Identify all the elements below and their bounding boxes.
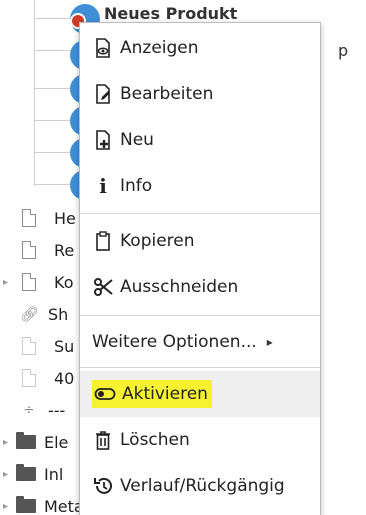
expand-arrow-icon[interactable]: ▸ [0, 277, 8, 288]
show-document-icon [92, 37, 114, 59]
menu-item-label: Anzeigen [120, 38, 199, 58]
tree-item-label[interactable]: 40 [54, 369, 74, 388]
menu-item-history[interactable]: Verlauf/Rückgängig [80, 463, 320, 509]
menu-item-label: Aktivieren [122, 384, 208, 404]
history-undo-icon [92, 475, 114, 497]
spacer-icon: ÷ [23, 402, 35, 418]
tree-item-label[interactable]: Neues Produkt [104, 4, 237, 23]
menu-separator [80, 213, 320, 214]
tree-line [34, 184, 74, 185]
tree-line [34, 50, 74, 51]
tree-item-label[interactable]: Re [54, 241, 74, 260]
menu-item-activate[interactable]: Aktivieren [80, 371, 320, 417]
folder-icon [16, 496, 36, 513]
edit-document-icon [92, 83, 114, 105]
menu-item-delete[interactable]: Löschen [80, 417, 320, 463]
menu-separator [80, 315, 320, 316]
info-icon: i [99, 174, 107, 198]
menu-item-label: Ausschneiden [120, 277, 239, 297]
menu-item-show[interactable]: Anzeigen [80, 25, 320, 71]
menu-item-edit[interactable]: Bearbeiten [80, 71, 320, 117]
expand-arrow-icon[interactable]: ▸ [0, 469, 8, 480]
trash-icon [92, 429, 114, 451]
tree-row[interactable]: He [0, 203, 76, 233]
tree-line [34, 0, 35, 186]
tree-row[interactable]: Re [0, 235, 74, 265]
menu-item-label: Verlauf/Rückgängig [120, 476, 285, 496]
tree-item-label[interactable]: Sh [48, 305, 68, 324]
link-icon: 🔗︎ [20, 305, 40, 323]
tree-row[interactable]: ▸ Ele [0, 427, 68, 457]
tree-row[interactable]: ÷ --- [0, 395, 66, 425]
menu-item-label: Kopieren [120, 231, 195, 251]
highlight-marker: Aktivieren [92, 380, 212, 408]
menu-item-label: Neu [120, 130, 154, 150]
tree-line [34, 120, 74, 121]
tree-row[interactable]: Su [0, 331, 74, 361]
menu-separator [80, 367, 320, 368]
expand-arrow-icon[interactable]: ▸ [0, 437, 8, 448]
menu-item-label: Bearbeiten [120, 84, 214, 104]
tree-row[interactable]: 40 [0, 363, 74, 393]
folder-icon [16, 464, 36, 481]
tree-row[interactable]: ▸ Ko [0, 267, 74, 297]
document-icon [22, 337, 36, 355]
tree-item-label[interactable]: Ele [44, 433, 68, 452]
tree-line [34, 18, 74, 19]
menu-item-more-options[interactable]: Weitere Optionen... ▸ [80, 319, 320, 365]
context-menu: Anzeigen Bearbeiten Neu i Info Kopieren … [79, 22, 321, 515]
menu-item-label: Löschen [120, 430, 190, 450]
tree-line [34, 88, 74, 89]
tree-item-label[interactable]: He [54, 209, 76, 228]
tree-row[interactable]: 🔗︎ Sh [0, 299, 68, 329]
new-document-icon [92, 129, 114, 151]
tree-item-label[interactable]: Inl [44, 465, 63, 484]
scissors-icon [92, 276, 114, 298]
document-icon [22, 209, 36, 227]
chevron-right-icon: ▸ [266, 335, 273, 349]
toggle-icon [94, 383, 116, 405]
expand-arrow-icon[interactable]: ▸ [0, 501, 8, 512]
folder-icon [16, 432, 36, 449]
menu-item-label: Weitere Optionen... [92, 332, 257, 352]
document-icon [22, 241, 36, 259]
tree-line [34, 152, 74, 153]
menu-item-new[interactable]: Neu [80, 117, 320, 163]
menu-item-cut[interactable]: Ausschneiden [80, 264, 320, 310]
tree-item-label[interactable]: Su [54, 337, 74, 356]
menu-item-info[interactable]: i Info [80, 163, 320, 209]
menu-item-copy[interactable]: Kopieren [80, 218, 320, 264]
tree-item-label-fragment: p [338, 41, 349, 60]
tree-row[interactable]: ▸ Inl [0, 459, 63, 489]
tree-item-label[interactable]: --- [48, 401, 65, 420]
document-icon [22, 369, 36, 387]
clipboard-icon [92, 230, 114, 252]
tree-item-label[interactable]: Ko [54, 273, 73, 292]
menu-item-label: Info [120, 176, 153, 196]
document-icon [22, 273, 36, 291]
